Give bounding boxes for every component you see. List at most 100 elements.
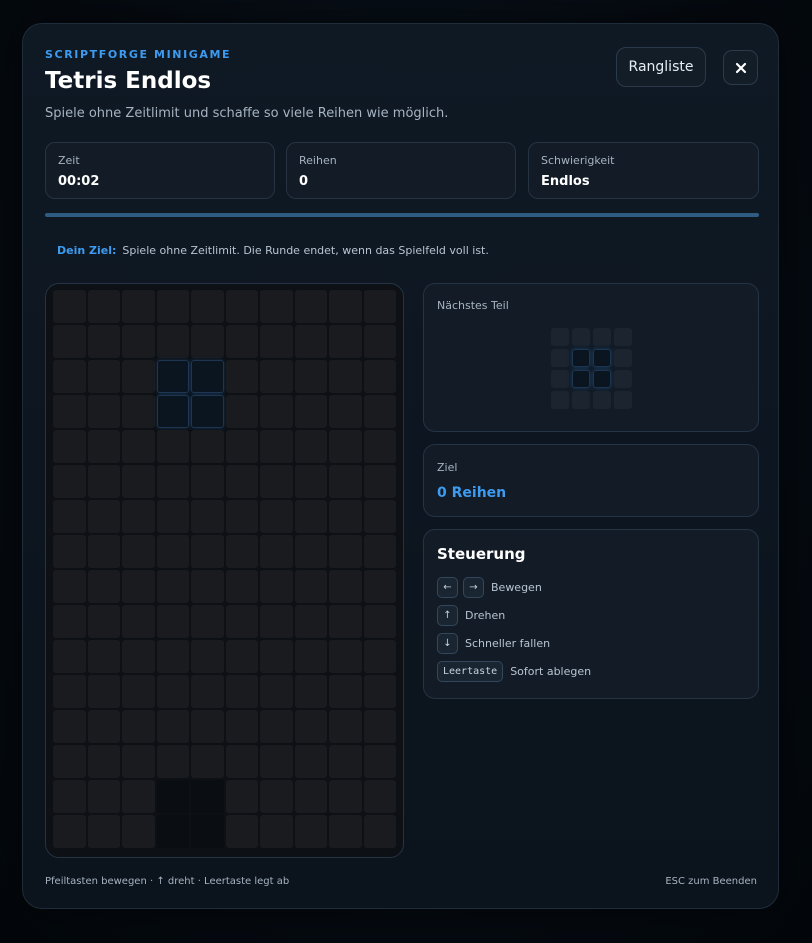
board-cell bbox=[191, 535, 224, 568]
board-cell bbox=[53, 780, 86, 813]
board-cell bbox=[87, 745, 120, 778]
stat-label: Reihen bbox=[299, 154, 337, 167]
active-piece-block bbox=[156, 395, 189, 428]
board-cell bbox=[87, 605, 120, 638]
board-cell bbox=[363, 570, 396, 603]
next-piece-cell bbox=[572, 391, 590, 409]
board-cell bbox=[260, 465, 293, 498]
board-cell bbox=[122, 570, 155, 603]
board-cell bbox=[156, 290, 189, 323]
board-cell bbox=[363, 360, 396, 393]
board-cell bbox=[87, 815, 120, 848]
board-cell bbox=[363, 780, 396, 813]
leaderboard-button[interactable]: Rangliste bbox=[616, 47, 706, 87]
board-cell bbox=[53, 640, 86, 673]
next-piece-cell bbox=[614, 349, 632, 367]
board-cell bbox=[363, 815, 396, 848]
board-cell bbox=[191, 710, 224, 743]
board-cell bbox=[53, 500, 86, 533]
board-cell bbox=[294, 395, 327, 428]
target-value: 0 Reihen bbox=[437, 485, 507, 501]
target-label: Ziel bbox=[437, 461, 458, 474]
board-cell bbox=[191, 290, 224, 323]
controls-panel: Steuerung ← → Bewegen ↑ Drehen ↓ Schnell… bbox=[423, 529, 759, 699]
board-cell bbox=[294, 500, 327, 533]
board-cell bbox=[329, 395, 362, 428]
board-cell bbox=[191, 605, 224, 638]
board-cell bbox=[260, 395, 293, 428]
active-piece-block bbox=[191, 395, 224, 428]
board-cell bbox=[260, 640, 293, 673]
board-cell bbox=[87, 570, 120, 603]
kicker-label: SCRIPTFORGE MINIGAME bbox=[45, 48, 232, 61]
board-cell bbox=[122, 605, 155, 638]
stat-value: Endlos bbox=[541, 174, 590, 189]
next-piece-block bbox=[593, 349, 611, 367]
board-cell bbox=[363, 745, 396, 778]
board-cell bbox=[122, 745, 155, 778]
next-piece-grid bbox=[551, 328, 632, 409]
board-cell bbox=[294, 360, 327, 393]
close-icon bbox=[735, 62, 746, 73]
board-cell bbox=[329, 815, 362, 848]
board-cell bbox=[294, 745, 327, 778]
next-piece-cell bbox=[614, 328, 632, 346]
board-cell bbox=[225, 430, 258, 463]
board-cell bbox=[191, 675, 224, 708]
board-cell bbox=[225, 605, 258, 638]
board-cell bbox=[191, 325, 224, 358]
next-piece-cell bbox=[551, 370, 569, 388]
board-cell bbox=[363, 325, 396, 358]
board-cell bbox=[191, 430, 224, 463]
board-cell bbox=[87, 325, 120, 358]
board-cell bbox=[329, 570, 362, 603]
board-cell bbox=[329, 535, 362, 568]
active-piece-block bbox=[191, 360, 224, 393]
board-cell bbox=[53, 325, 86, 358]
page-subtitle: Spiele ohne Zeitlimit und schaffe so vie… bbox=[45, 106, 449, 121]
board-cell bbox=[122, 500, 155, 533]
board-cell bbox=[363, 640, 396, 673]
progress-bar bbox=[45, 213, 759, 217]
board-grid bbox=[53, 290, 396, 848]
board-cell bbox=[225, 325, 258, 358]
board-cell bbox=[87, 395, 120, 428]
board-cell bbox=[225, 640, 258, 673]
board-cell bbox=[191, 465, 224, 498]
board-cell bbox=[191, 745, 224, 778]
board-cell bbox=[122, 535, 155, 568]
board-cell bbox=[156, 535, 189, 568]
board-cell bbox=[53, 605, 86, 638]
control-row-rotate: ↑ Drehen bbox=[437, 605, 505, 626]
board-cell bbox=[329, 360, 362, 393]
stat-time: Zeit 00:02 bbox=[45, 142, 275, 199]
board-cell bbox=[260, 815, 293, 848]
board-cell bbox=[87, 780, 120, 813]
next-piece-block bbox=[572, 370, 590, 388]
board-cell bbox=[260, 290, 293, 323]
next-piece-cell bbox=[551, 391, 569, 409]
board-cell bbox=[53, 430, 86, 463]
board-cell bbox=[122, 815, 155, 848]
board-cell bbox=[156, 815, 189, 848]
board-cell bbox=[260, 570, 293, 603]
next-piece-cell bbox=[593, 391, 611, 409]
board-cell bbox=[363, 430, 396, 463]
board-cell bbox=[156, 605, 189, 638]
close-button[interactable] bbox=[723, 50, 758, 85]
board-cell bbox=[294, 570, 327, 603]
board-cell bbox=[363, 710, 396, 743]
game-board[interactable] bbox=[45, 283, 404, 858]
board-cell bbox=[87, 360, 120, 393]
board-cell bbox=[329, 675, 362, 708]
board-cell bbox=[363, 465, 396, 498]
stat-value: 0 bbox=[299, 174, 309, 189]
board-cell bbox=[294, 430, 327, 463]
board-cell bbox=[260, 535, 293, 568]
board-cell bbox=[225, 535, 258, 568]
stat-label: Schwierigkeit bbox=[541, 154, 615, 167]
board-cell bbox=[87, 640, 120, 673]
board-cell bbox=[53, 290, 86, 323]
board-cell bbox=[87, 535, 120, 568]
control-label: Drehen bbox=[465, 609, 506, 622]
